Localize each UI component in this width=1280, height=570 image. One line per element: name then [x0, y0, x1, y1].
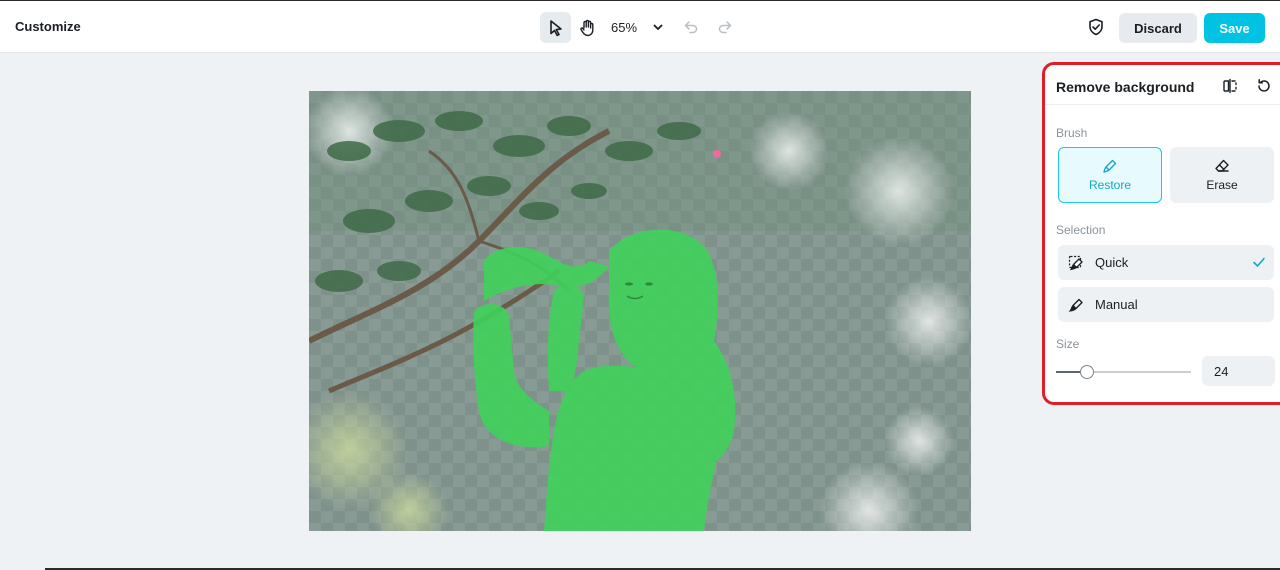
selection-section-label: Selection: [1056, 223, 1106, 237]
select-tool-button[interactable]: [540, 12, 571, 43]
selection-quick-option[interactable]: Quick: [1058, 245, 1274, 280]
top-bar: Customize 65% Discard Save: [0, 0, 1280, 53]
shield-check-icon: [1089, 18, 1103, 36]
selection-manual-option[interactable]: Manual: [1058, 287, 1274, 322]
save-button[interactable]: Save: [1204, 13, 1265, 43]
canvas-tools: [540, 12, 602, 43]
zoom-dropdown[interactable]: [651, 19, 665, 35]
brush-section-label: Brush: [1056, 126, 1088, 140]
size-section-label: Size: [1056, 337, 1080, 351]
remove-background-panel: Remove background Brush Restore Erase Se…: [1042, 62, 1280, 405]
reset-icon: [1258, 79, 1270, 92]
manual-label: Manual: [1095, 297, 1138, 312]
hand-icon: [579, 19, 593, 36]
quick-label: Quick: [1095, 255, 1129, 270]
chevron-down-icon: [653, 24, 663, 30]
restore-label: Restore: [1088, 178, 1132, 192]
erase-label: Erase: [1206, 178, 1238, 192]
discard-button[interactable]: Discard: [1119, 13, 1197, 43]
page-title: Customize: [15, 19, 81, 34]
size-input[interactable]: [1202, 356, 1275, 386]
restore-brush-button[interactable]: Restore: [1058, 147, 1162, 203]
photo-illustration: [309, 91, 971, 531]
zoom-level[interactable]: 65%: [611, 20, 637, 35]
eraser-icon: [1215, 159, 1229, 172]
manual-brush-icon: [1068, 298, 1083, 312]
redo-icon: [718, 21, 732, 34]
size-slider[interactable]: [1056, 365, 1191, 379]
shield-button[interactable]: [1086, 17, 1106, 37]
pointer-icon: [549, 19, 562, 36]
reset-button[interactable]: [1256, 78, 1272, 94]
pan-tool-button[interactable]: [571, 12, 602, 43]
restore-brush-icon: [1103, 159, 1117, 173]
panel-title: Remove background: [1056, 79, 1195, 95]
editing-canvas-image[interactable]: [309, 91, 971, 531]
compare-button[interactable]: [1222, 78, 1238, 94]
undo-icon: [684, 21, 698, 34]
quick-brush-icon: [1068, 255, 1083, 270]
size-slider-thumb[interactable]: [1080, 365, 1095, 379]
redo-button[interactable]: [716, 18, 734, 36]
panel-header: Remove background: [1045, 65, 1280, 105]
erase-brush-button[interactable]: Erase: [1170, 147, 1274, 203]
undo-button[interactable]: [682, 18, 700, 36]
check-icon: [1253, 257, 1265, 267]
compare-icon: [1223, 78, 1237, 94]
